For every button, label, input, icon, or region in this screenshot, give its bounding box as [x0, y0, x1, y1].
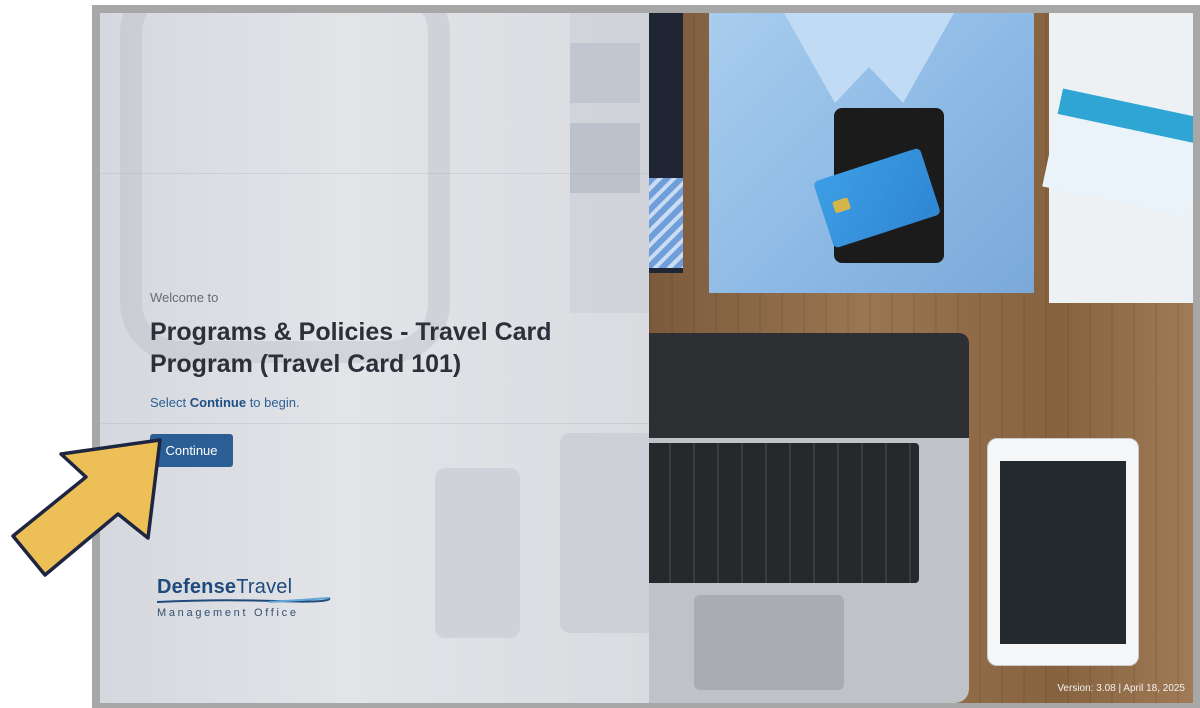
- desk-photo: Version: 3.08 | April 18, 2025: [649, 13, 1193, 703]
- faded-phone: [435, 468, 520, 638]
- defense-travel-logo: DefenseTravel Management Office: [157, 576, 337, 619]
- course-stage: Welcome to Programs & Policies - Travel …: [100, 13, 1193, 703]
- laptop-trackpad: [694, 595, 844, 690]
- tablet-screen: [1000, 461, 1126, 644]
- logo-wordmark: DefenseTravel: [157, 576, 337, 599]
- pointer-arrow-icon: [11, 438, 162, 577]
- faded-tie: [570, 123, 640, 193]
- logo-word-defense: Defense: [157, 576, 237, 598]
- striped-tie: [649, 178, 683, 268]
- instruction-prefix: Select: [150, 395, 190, 410]
- faded-wood-grain: [100, 423, 649, 424]
- welcome-label: Welcome to: [150, 290, 219, 305]
- tablet-image: [987, 438, 1139, 666]
- welcome-panel: Welcome to Programs & Policies - Travel …: [100, 13, 649, 703]
- card-chip: [832, 197, 851, 214]
- instruction-emphasis: Continue: [189, 395, 247, 410]
- faded-tie: [570, 43, 640, 103]
- faded-laptop: [560, 433, 649, 633]
- faded-suitcase: [120, 13, 450, 363]
- faded-wood-grain: [100, 173, 649, 174]
- version-label: Version: 3.08 | April 18, 2025: [1057, 683, 1185, 694]
- laptop-screen-edge: [649, 333, 969, 438]
- logo-word-travel: Travel: [236, 576, 293, 598]
- logo-subline: Management Office: [157, 607, 299, 619]
- instruction-text: Select Continue to begin.: [150, 395, 300, 410]
- laptop-keyboard: [649, 443, 919, 583]
- course-title: Programs & Policies - Travel Card Progra…: [150, 318, 552, 378]
- instruction-suffix: to begin.: [246, 395, 300, 410]
